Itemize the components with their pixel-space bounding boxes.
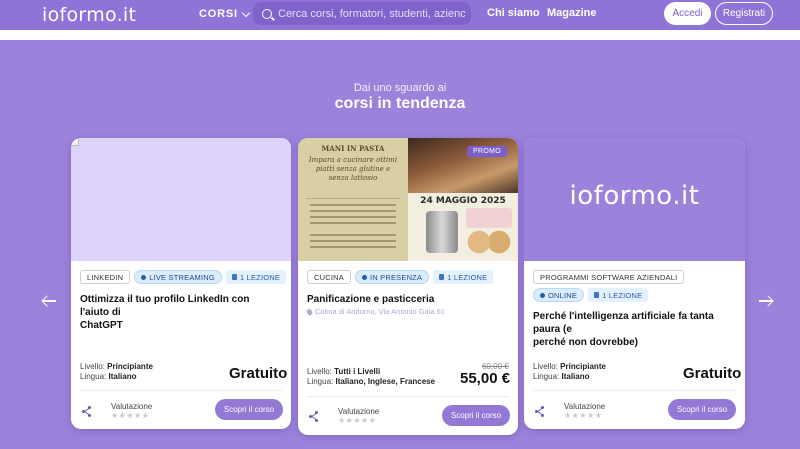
site-logo[interactable]: ioformo.it: [42, 4, 136, 26]
search-input[interactable]: [278, 7, 468, 20]
category-tag: LINKEDIN: [80, 270, 131, 284]
section-heading: corsi in tendenza: [334, 95, 466, 112]
rating-stars: ★★★★★: [111, 411, 150, 420]
lessons-tag: 1 LEZIONE: [588, 288, 649, 302]
card-divider: [80, 390, 282, 391]
course-title[interactable]: Ottimizza il tuo profilo LinkedIn con l'…: [80, 293, 280, 332]
course-image[interactable]: [71, 138, 291, 261]
rating-label: Valutazione: [564, 402, 606, 411]
course-card[interactable]: LINKEDIN LIVE STREAMING 1 LEZIONE Ottimi…: [71, 138, 291, 429]
discover-course-button[interactable]: Scopri il corso: [442, 405, 510, 426]
rating-stars: ★★★★★: [564, 411, 603, 420]
course-card[interactable]: ioformo.it PROGRAMMI SOFTWARE AZIENDALI …: [524, 138, 745, 429]
nav-magazine[interactable]: Magazine: [547, 7, 597, 19]
jar-image: [426, 211, 458, 253]
course-image[interactable]: MANI IN PASTA Impara a cucinare ottimi p…: [298, 138, 518, 261]
rating-label: Valutazione: [111, 402, 153, 411]
mode-tag: LIVE STREAMING: [134, 270, 222, 284]
cookies-image: [464, 230, 514, 254]
carousel-prev-arrow-icon[interactable]: [41, 292, 59, 310]
rating-stars: ★★★★★: [338, 416, 377, 425]
category-tag: CUCINA: [307, 270, 351, 284]
rating-label: Valutazione: [338, 407, 380, 416]
card-divider: [307, 396, 509, 397]
courses-menu[interactable]: CORSI: [199, 8, 251, 20]
share-icon[interactable]: [82, 406, 92, 417]
course-title[interactable]: Perché l'intelligenza artificiale fa tan…: [533, 310, 738, 349]
top-navbar: ioformo.it CORSI Chi siamo Magazine Acce…: [0, 0, 800, 30]
course-location: Colma di Andorno, Via Antonio Gaia 61: [305, 307, 445, 316]
dot-icon: [540, 292, 545, 298]
course-price: Gratuito: [683, 365, 742, 382]
image-logo: ioformo.it: [569, 181, 700, 211]
course-tags: PROGRAMMI SOFTWARE AZIENDALI ONLINE 1 LE…: [533, 270, 733, 302]
dot-icon: [361, 274, 367, 280]
share-icon[interactable]: [309, 411, 319, 422]
course-title[interactable]: Panificazione e pasticceria: [307, 293, 507, 306]
share-icon[interactable]: [535, 406, 545, 417]
login-button[interactable]: Accedi: [664, 2, 711, 25]
courses-menu-label: CORSI: [199, 8, 238, 20]
carousel-next-arrow-icon[interactable]: [757, 292, 775, 310]
lessons-tag: 1 LEZIONE: [225, 270, 287, 284]
promo-badge: PROMO: [467, 146, 507, 157]
course-image[interactable]: ioformo.it: [524, 138, 745, 261]
course-meta: Livello: Principiante Lingua: Italiano: [80, 362, 153, 381]
lessons-tag: 1 LEZIONE: [433, 270, 494, 284]
nav-chi-siamo[interactable]: Chi siamo: [487, 7, 540, 19]
chevron-down-icon: [241, 8, 251, 17]
course-tags: LINKEDIN LIVE STREAMING 1 LEZIONE: [80, 270, 287, 284]
book-icon: [439, 274, 445, 280]
course-tags: CUCINA IN PRESENZA 1 LEZIONE: [307, 270, 494, 284]
course-card[interactable]: MANI IN PASTA Impara a cucinare ottimi p…: [298, 138, 518, 435]
mode-tag: ONLINE: [533, 288, 585, 302]
category-tag: PROGRAMMI SOFTWARE AZIENDALI: [533, 270, 685, 284]
search-icon: [262, 8, 272, 19]
book-icon: [594, 292, 600, 298]
poster-date: 24 MAGGIO 2025: [420, 196, 506, 206]
discover-course-button[interactable]: Scopri il corso: [215, 399, 283, 420]
search-bar[interactable]: [253, 2, 471, 25]
dot-icon: [141, 274, 147, 280]
section-subheading: Dai uno sguardo ai: [353, 82, 447, 94]
cake-image: [466, 208, 512, 228]
mode-tag: IN PRESENZA: [354, 270, 430, 284]
location-pin-icon: [305, 307, 314, 316]
card-divider: [533, 390, 736, 391]
course-meta: Livello: Principiante Lingua: Italiano: [533, 362, 606, 381]
discover-course-button[interactable]: Scopri il corso: [668, 399, 736, 420]
course-meta: Livello: Tutti i Livelli Lingua: Italian…: [307, 367, 436, 386]
poster-text-panel: MANI IN PASTA Impara a cucinare ottimi p…: [298, 138, 408, 261]
course-price: 55,00 €: [460, 370, 511, 387]
course-price: Gratuito: [229, 365, 288, 382]
book-icon: [231, 274, 237, 280]
white-banner-strip: [0, 30, 800, 40]
register-button[interactable]: Registrati: [715, 2, 773, 25]
broken-image-icon: [71, 138, 79, 146]
